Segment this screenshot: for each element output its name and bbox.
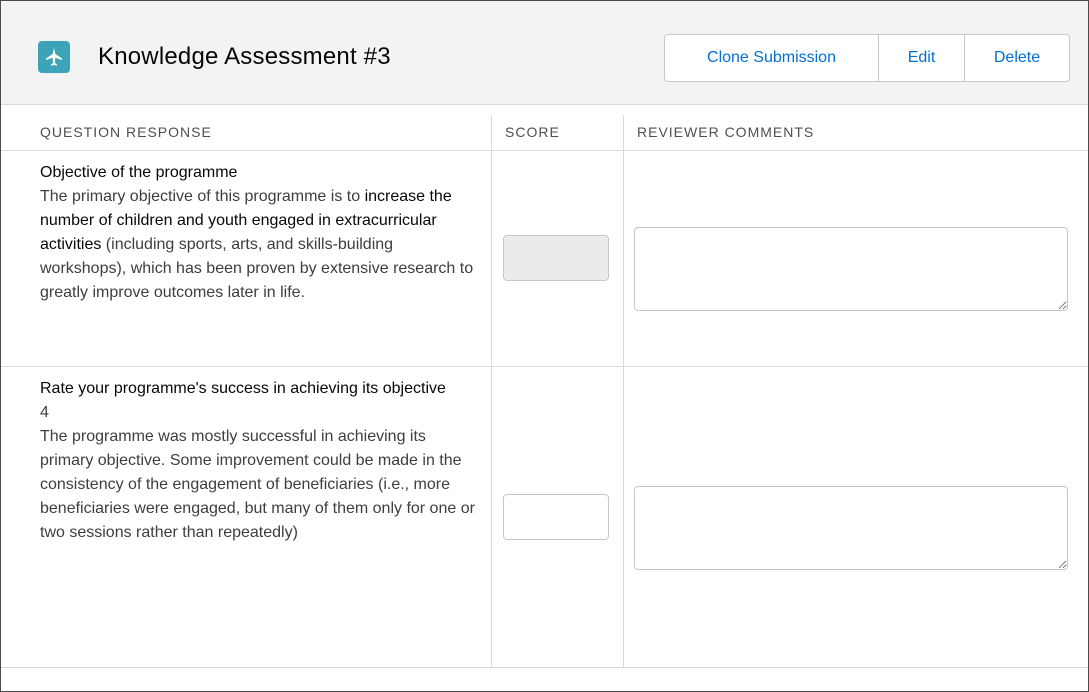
column-divider [623, 367, 624, 667]
record-card: Knowledge Assessment #3 Clone Submission… [0, 0, 1089, 692]
edit-button[interactable]: Edit [879, 35, 965, 81]
question-response-cell: Rate your programme's success in achievi… [40, 377, 480, 545]
column-header-question-response: QUESTION RESPONSE [40, 124, 212, 140]
airplane-icon [38, 41, 70, 73]
column-divider [623, 151, 624, 366]
score-input[interactable] [503, 494, 609, 540]
response-text: (including sports, arts, and skills-buil… [40, 236, 474, 301]
column-header-reviewer-comments: REVIEWER COMMENTS [623, 115, 1088, 151]
score-input [503, 235, 609, 281]
question-response-cell: Objective of the programme The primary o… [40, 161, 480, 305]
table-header: QUESTION RESPONSE SCORE REVIEWER COMMENT… [1, 115, 1088, 151]
question-response: The primary objective of this programme … [40, 185, 480, 305]
question-response: The programme was mostly successful in a… [40, 428, 475, 541]
delete-button[interactable]: Delete [965, 35, 1069, 81]
table-row: Objective of the programme The primary o… [1, 151, 1088, 367]
reviewer-comment-textarea[interactable] [634, 486, 1068, 570]
column-header-score: SCORE [491, 115, 624, 151]
question-title: Objective of the programme [40, 164, 238, 181]
clone-submission-button[interactable]: Clone Submission [665, 35, 879, 81]
response-text: The primary objective of this programme … [40, 188, 365, 205]
record-header: Knowledge Assessment #3 Clone Submission… [1, 1, 1088, 105]
action-button-group: Clone Submission Edit Delete [664, 34, 1070, 82]
question-title: Rate your programme's success in achievi… [40, 380, 446, 397]
table-row: Rate your programme's success in achievi… [1, 367, 1088, 668]
column-divider [491, 151, 492, 366]
reviewer-comment-textarea[interactable] [634, 227, 1068, 311]
page-title: Knowledge Assessment #3 [98, 43, 391, 70]
column-divider [491, 367, 492, 667]
rating-value: 4 [40, 404, 49, 421]
